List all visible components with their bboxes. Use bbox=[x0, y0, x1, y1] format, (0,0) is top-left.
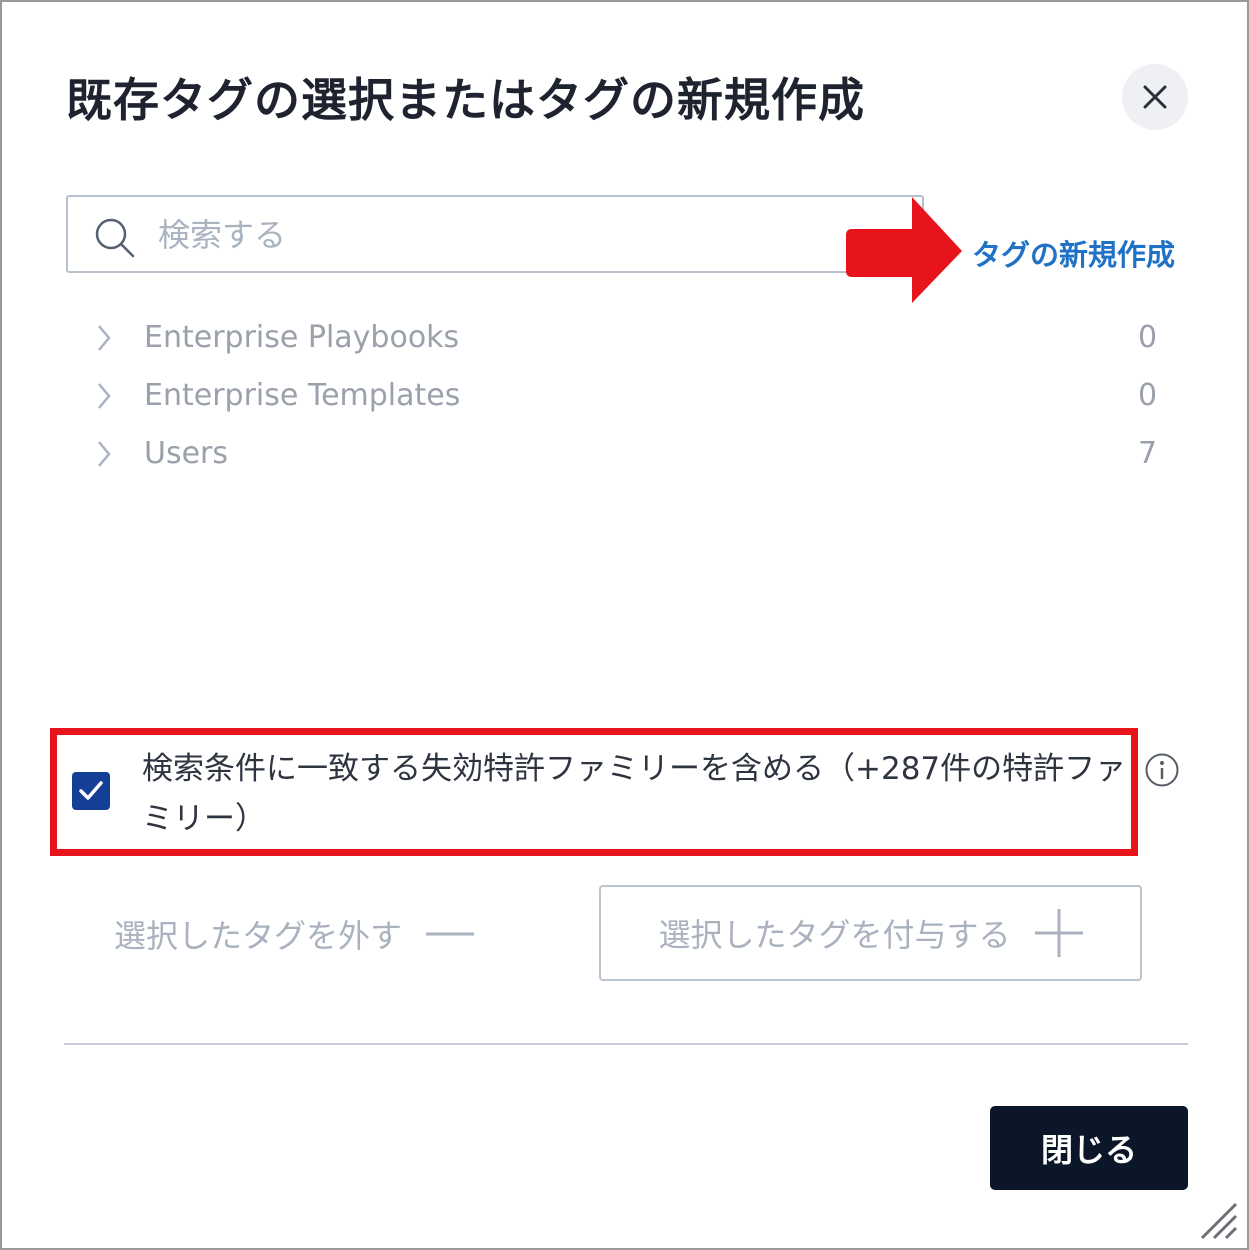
chevron-right-icon[interactable] bbox=[96, 440, 112, 468]
include-expired-label[interactable]: 検索条件に一致する失効特許ファミリーを含める（+287件の特許ファミリー） bbox=[142, 744, 1132, 844]
plus-icon bbox=[1034, 909, 1083, 957]
remove-selected-tags-button[interactable]: 選択したタグを外す bbox=[114, 886, 475, 982]
tag-tree-item[interactable]: Enterprise Templates 0 bbox=[2, 370, 1249, 424]
dialog-title: 既存タグの選択またはタグの新規作成 bbox=[66, 73, 865, 127]
tag-label: Enterprise Playbooks bbox=[144, 320, 460, 355]
resize-grip-icon[interactable] bbox=[1198, 1200, 1240, 1242]
chevron-right-icon[interactable] bbox=[96, 324, 112, 352]
footer-divider bbox=[64, 1043, 1188, 1045]
tag-tree-item[interactable]: Users 7 bbox=[2, 428, 1249, 482]
create-new-tag-link[interactable]: タグの新規作成 bbox=[972, 232, 1175, 274]
minus-icon bbox=[426, 932, 475, 936]
tag-count: 0 bbox=[1138, 378, 1158, 413]
tag-tree-item[interactable]: Enterprise Playbooks 0 bbox=[2, 312, 1249, 366]
include-expired-checkbox[interactable] bbox=[72, 772, 110, 810]
add-tags-label: 選択したタグを付与する bbox=[658, 916, 1011, 954]
close-button[interactable]: 閉じる bbox=[990, 1106, 1188, 1190]
info-icon[interactable] bbox=[1144, 752, 1180, 788]
search-input[interactable] bbox=[156, 213, 860, 257]
tag-count: 0 bbox=[1138, 320, 1158, 355]
tag-count: 7 bbox=[1138, 436, 1158, 471]
checkmark-icon bbox=[79, 781, 103, 800]
chevron-right-icon[interactable] bbox=[96, 382, 112, 410]
search-box bbox=[66, 195, 924, 273]
tag-label: Users bbox=[144, 436, 229, 471]
search-icon bbox=[95, 218, 135, 258]
add-selected-tags-button[interactable]: 選択したタグを付与する bbox=[599, 885, 1142, 981]
tag-label: Enterprise Templates bbox=[144, 378, 461, 413]
close-dialog-button[interactable] bbox=[1122, 64, 1188, 130]
remove-tags-label: 選択したタグを外す bbox=[114, 917, 403, 955]
close-icon bbox=[1143, 85, 1167, 109]
red-arrow-annotation-icon bbox=[846, 197, 962, 303]
tag-dialog: 既存タグの選択またはタグの新規作成 タグの新規作成 Enterprise Pla… bbox=[0, 0, 1249, 1250]
